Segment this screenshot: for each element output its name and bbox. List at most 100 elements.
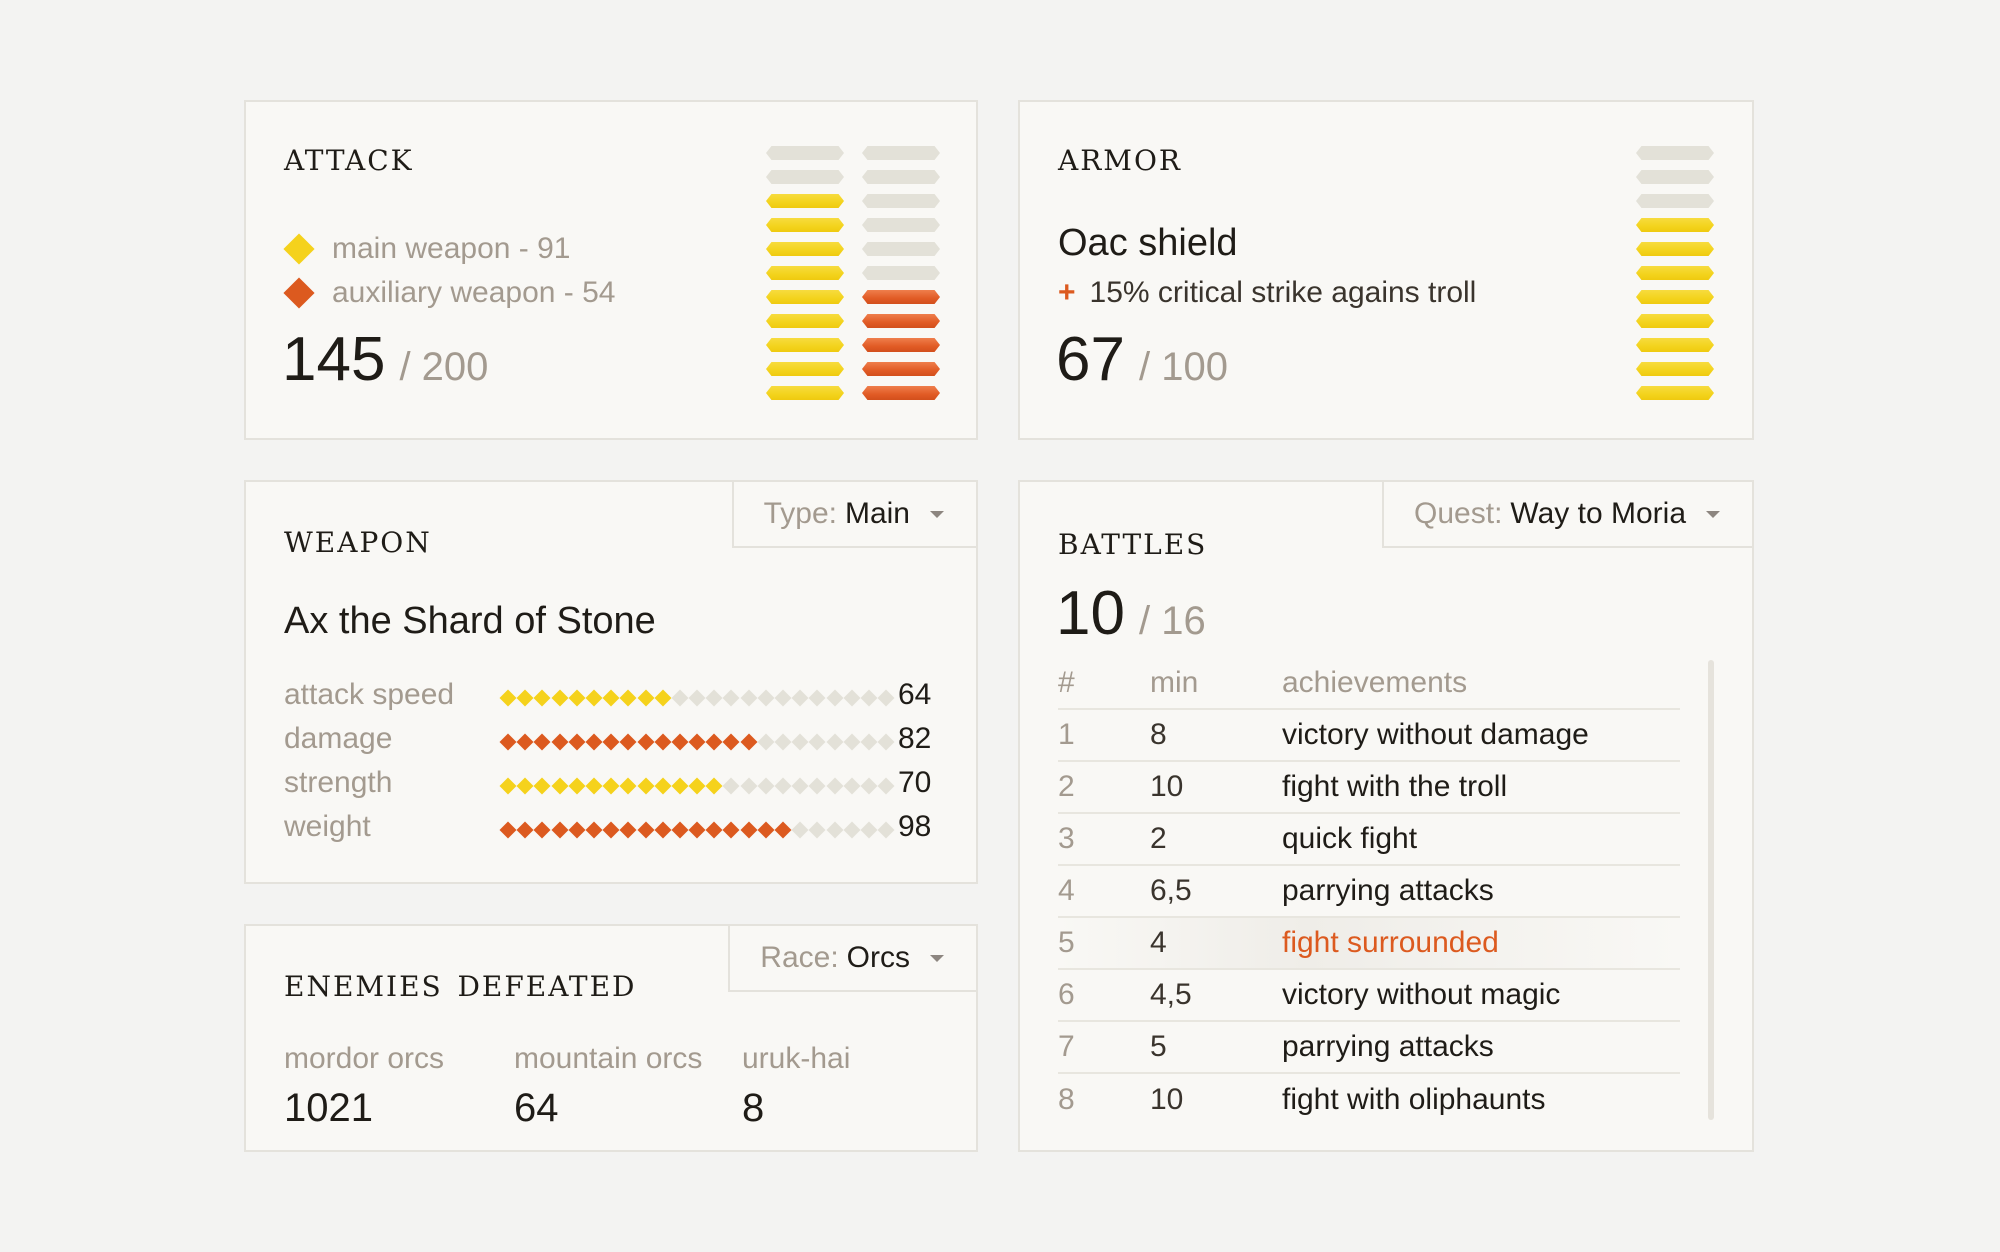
col-header-number: # bbox=[1058, 666, 1075, 699]
attack-main-segment bbox=[766, 266, 844, 280]
stat-dot bbox=[619, 689, 637, 707]
stat-dot bbox=[826, 821, 844, 839]
armor-segment bbox=[1636, 386, 1714, 400]
attack-total: 145 / 200 bbox=[282, 324, 488, 395]
armor-card: armor Oac shield + 15% critical strike a… bbox=[1018, 100, 1754, 440]
stat-dot bbox=[688, 821, 706, 839]
attack-main-segment bbox=[766, 170, 844, 184]
stat-dot bbox=[757, 733, 775, 751]
stat-dot bbox=[585, 689, 603, 707]
stat-dot bbox=[654, 777, 672, 795]
weapon-name: Ax the Shard of Stone bbox=[284, 600, 656, 642]
armor-segment bbox=[1636, 362, 1714, 376]
table-row[interactable]: 7 5 parrying attacks bbox=[1058, 1022, 1680, 1074]
chevron-down-icon bbox=[930, 510, 944, 518]
stat-dot bbox=[843, 777, 861, 795]
armor-segment bbox=[1636, 242, 1714, 256]
attack-aux-segment bbox=[862, 266, 940, 280]
stat-dot bbox=[551, 733, 569, 751]
yellow-diamond-icon bbox=[283, 233, 315, 265]
quest-dropdown-key: Quest: bbox=[1414, 497, 1503, 530]
type-dropdown-key: Type: bbox=[763, 497, 837, 530]
stat-dot bbox=[568, 689, 586, 707]
row-min: 5 bbox=[1150, 1030, 1167, 1063]
weapon-card: weapon Type: Main Ax the Shard of Stone … bbox=[244, 480, 978, 884]
armor-segment bbox=[1636, 146, 1714, 160]
attack-aux-segment bbox=[862, 146, 940, 160]
battles-card: battles Quest: Way to Moria 10 / 16 # min… bbox=[1018, 480, 1754, 1152]
enemy-label-mountain: mountain orcs bbox=[514, 1042, 703, 1075]
stat-dot bbox=[791, 733, 809, 751]
row-achievement: fight with oliphaunts bbox=[1282, 1083, 1546, 1116]
stat-dot bbox=[826, 689, 844, 707]
attack-card: attack main weapon - 91 auxiliary weapon… bbox=[244, 100, 978, 440]
stat-dot bbox=[671, 733, 689, 751]
attack-aux-segment bbox=[862, 194, 940, 208]
stat-dot bbox=[602, 777, 620, 795]
row-min: 8 bbox=[1150, 718, 1167, 751]
stat-dot bbox=[740, 821, 758, 839]
stat-dot bbox=[619, 733, 637, 751]
stat-dot bbox=[671, 689, 689, 707]
type-dropdown[interactable]: Type: Main bbox=[731, 480, 978, 548]
stat-dot bbox=[740, 733, 758, 751]
race-dropdown-key: Race: bbox=[760, 941, 839, 974]
stat-dot bbox=[533, 733, 551, 751]
weapon-title: weapon bbox=[284, 516, 432, 562]
battles-title: battles bbox=[1058, 518, 1208, 564]
attack-aux-segment bbox=[862, 386, 940, 400]
table-scrollbar[interactable] bbox=[1708, 660, 1714, 1120]
stat-dot bbox=[860, 689, 878, 707]
attack-value: 145 bbox=[282, 325, 386, 394]
table-row[interactable]: 2 10 fight with the troll bbox=[1058, 762, 1680, 814]
legend-aux-label: auxiliary weapon - 54 bbox=[332, 276, 616, 309]
attack-main-segment bbox=[766, 362, 844, 376]
armor-segment bbox=[1636, 170, 1714, 184]
stat-dot bbox=[860, 821, 878, 839]
table-row[interactable]: 4 6,5 parrying attacks bbox=[1058, 866, 1680, 918]
chevron-down-icon bbox=[1706, 510, 1720, 518]
table-row[interactable]: 1 8 victory without damage bbox=[1058, 710, 1680, 762]
stat-dots bbox=[499, 688, 897, 708]
legend-main-label: main weapon - 91 bbox=[332, 232, 571, 265]
table-row[interactable]: 6 4,5 victory without magic bbox=[1058, 970, 1680, 1022]
armor-segment bbox=[1636, 194, 1714, 208]
attack-max: / 200 bbox=[399, 345, 489, 389]
row-achievement: victory without magic bbox=[1282, 978, 1561, 1011]
armor-segment bbox=[1636, 338, 1714, 352]
table-row[interactable]: 5 4 fight surrounded bbox=[1058, 918, 1680, 970]
stat-dot bbox=[516, 733, 534, 751]
orange-diamond-icon bbox=[283, 277, 315, 309]
stat-dot bbox=[757, 689, 775, 707]
stat-dot bbox=[602, 689, 620, 707]
stat-value: 64 bbox=[898, 678, 932, 711]
stat-dot bbox=[654, 733, 672, 751]
table-row[interactable]: 3 2 quick fight bbox=[1058, 814, 1680, 866]
row-number: 2 bbox=[1058, 770, 1075, 803]
stat-dots bbox=[499, 776, 897, 796]
stat-dot bbox=[722, 733, 740, 751]
attack-main-segment bbox=[766, 218, 844, 232]
row-min: 4 bbox=[1150, 926, 1167, 959]
stat-dot bbox=[843, 689, 861, 707]
stat-dot bbox=[637, 733, 654, 751]
stat-dot bbox=[585, 777, 603, 795]
row-min: 10 bbox=[1150, 1083, 1184, 1116]
stat-dot bbox=[826, 733, 844, 751]
stat-label: attack speed bbox=[284, 678, 455, 711]
stat-dot bbox=[808, 821, 826, 839]
row-number: 6 bbox=[1058, 978, 1075, 1011]
stat-dot bbox=[602, 821, 620, 839]
stat-dot bbox=[688, 733, 706, 751]
row-min: 10 bbox=[1150, 770, 1184, 803]
enemies-card: enemies defeated Race: Orcs mordor orcs … bbox=[244, 924, 978, 1152]
row-min: 6,5 bbox=[1150, 874, 1192, 907]
quest-dropdown[interactable]: Quest: Way to Moria bbox=[1382, 480, 1754, 548]
armor-title: armor bbox=[1058, 134, 1183, 180]
stat-dots bbox=[499, 732, 897, 752]
race-dropdown[interactable]: Race: Orcs bbox=[728, 924, 978, 992]
row-achievement: fight with the troll bbox=[1282, 770, 1508, 803]
table-row[interactable]: 8 10 fight with oliphaunts bbox=[1058, 1074, 1680, 1126]
stat-dot bbox=[860, 777, 878, 795]
stat-dot bbox=[688, 777, 706, 795]
